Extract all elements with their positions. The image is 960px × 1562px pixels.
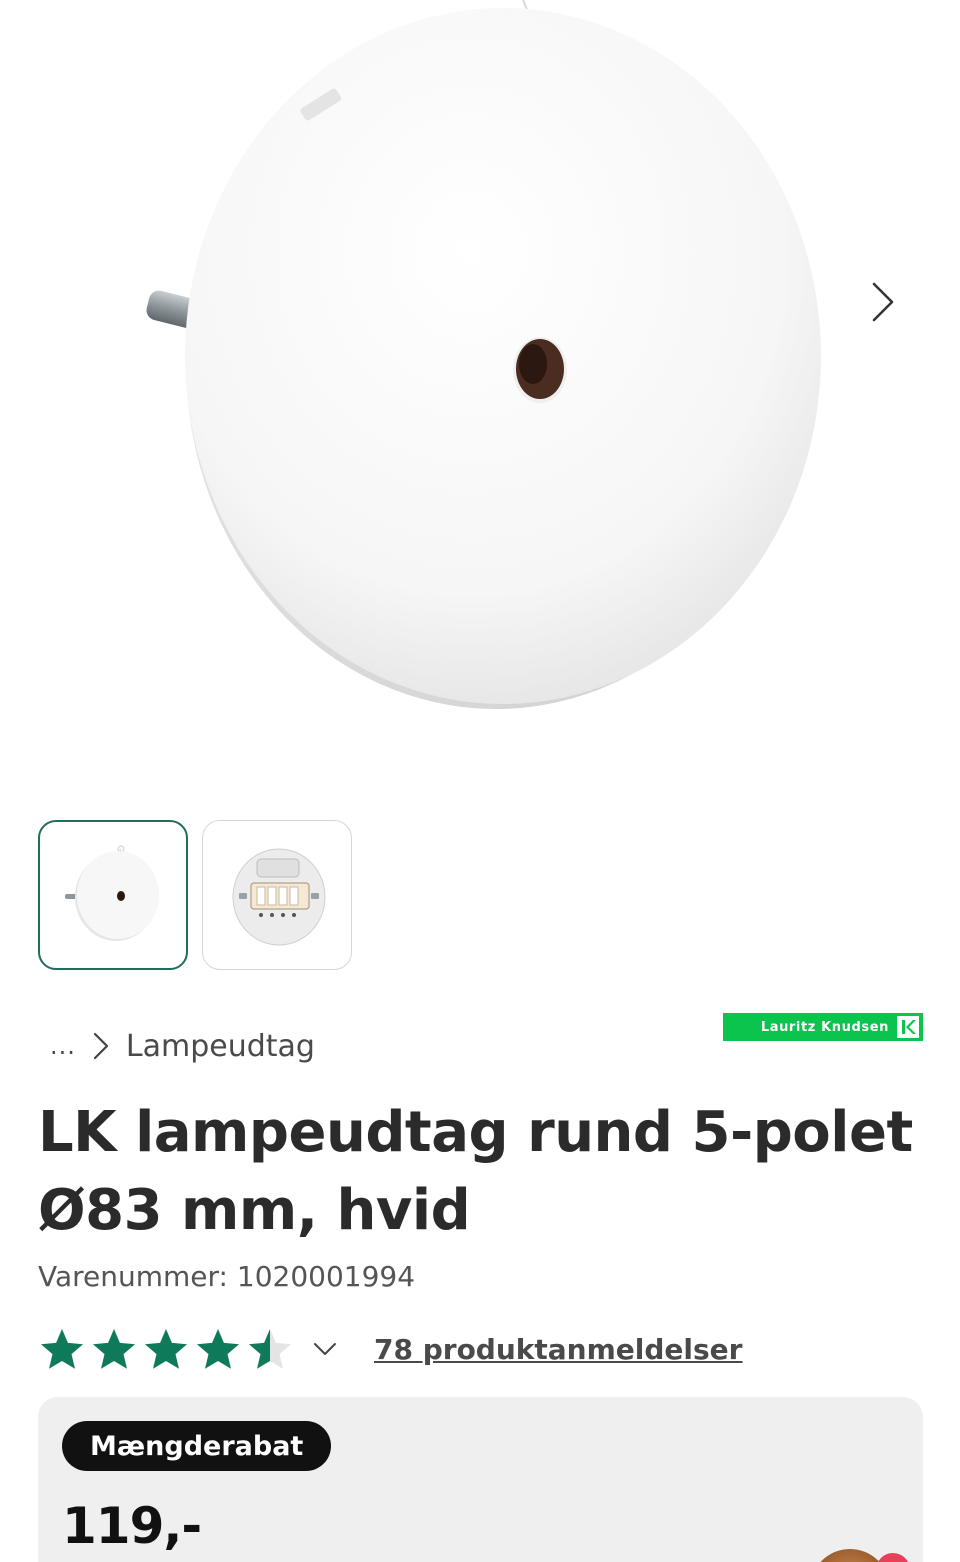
star-icon	[249, 1329, 291, 1369]
quantity-discount-badge: Mængderabat	[62, 1421, 332, 1471]
notification-dot	[876, 1553, 910, 1562]
terminal-block-thumbnail-icon	[232, 848, 326, 946]
round-cover-thumbnail-icon	[65, 845, 159, 941]
product-price: 119,-	[62, 1497, 202, 1555]
product-image-main[interactable]	[0, 0, 960, 790]
brand-logo-mark	[897, 1016, 919, 1038]
product-sku: Varenummer: 1020001994	[38, 1260, 416, 1293]
product-page: Lauritz Knudsen ... Lampeudtag LK lampeu…	[0, 0, 960, 1562]
thumbnail-strip	[38, 820, 352, 970]
chevron-right-icon	[872, 282, 894, 322]
breadcrumb-ellipsis[interactable]: ...	[50, 1032, 76, 1060]
star-icon	[145, 1329, 187, 1369]
gallery-next-button[interactable]	[868, 280, 924, 340]
brand-logo-text: Lauritz Knudsen	[760, 1019, 889, 1035]
star-icon	[41, 1329, 83, 1369]
star-icon	[197, 1329, 239, 1369]
thumbnail-back[interactable]	[202, 820, 352, 970]
lk-logo-icon	[900, 1019, 916, 1035]
rating-stars[interactable]	[38, 1326, 294, 1372]
breadcrumb-item-lampeudtag[interactable]: Lampeudtag	[126, 1029, 315, 1064]
rating-expand-button[interactable]	[312, 1341, 338, 1357]
thumbnail-front[interactable]	[38, 820, 188, 970]
breadcrumb: ... Lampeudtag	[50, 1024, 315, 1068]
product-title: LK lampeudtag rund 5-polet Ø83 mm, hvid	[38, 1100, 913, 1243]
chevron-down-icon	[314, 1343, 336, 1355]
chevron-right-icon	[93, 1032, 108, 1060]
star-icon	[93, 1329, 135, 1369]
price-box: Mængderabat 119,-	[38, 1397, 923, 1562]
brand-logo[interactable]: Lauritz Knudsen	[723, 1013, 923, 1041]
rating-row: 78 produktanmeldelser	[38, 1324, 742, 1374]
round-cover-image	[146, 0, 821, 709]
reviews-link[interactable]: 78 produktanmeldelser	[374, 1333, 742, 1366]
